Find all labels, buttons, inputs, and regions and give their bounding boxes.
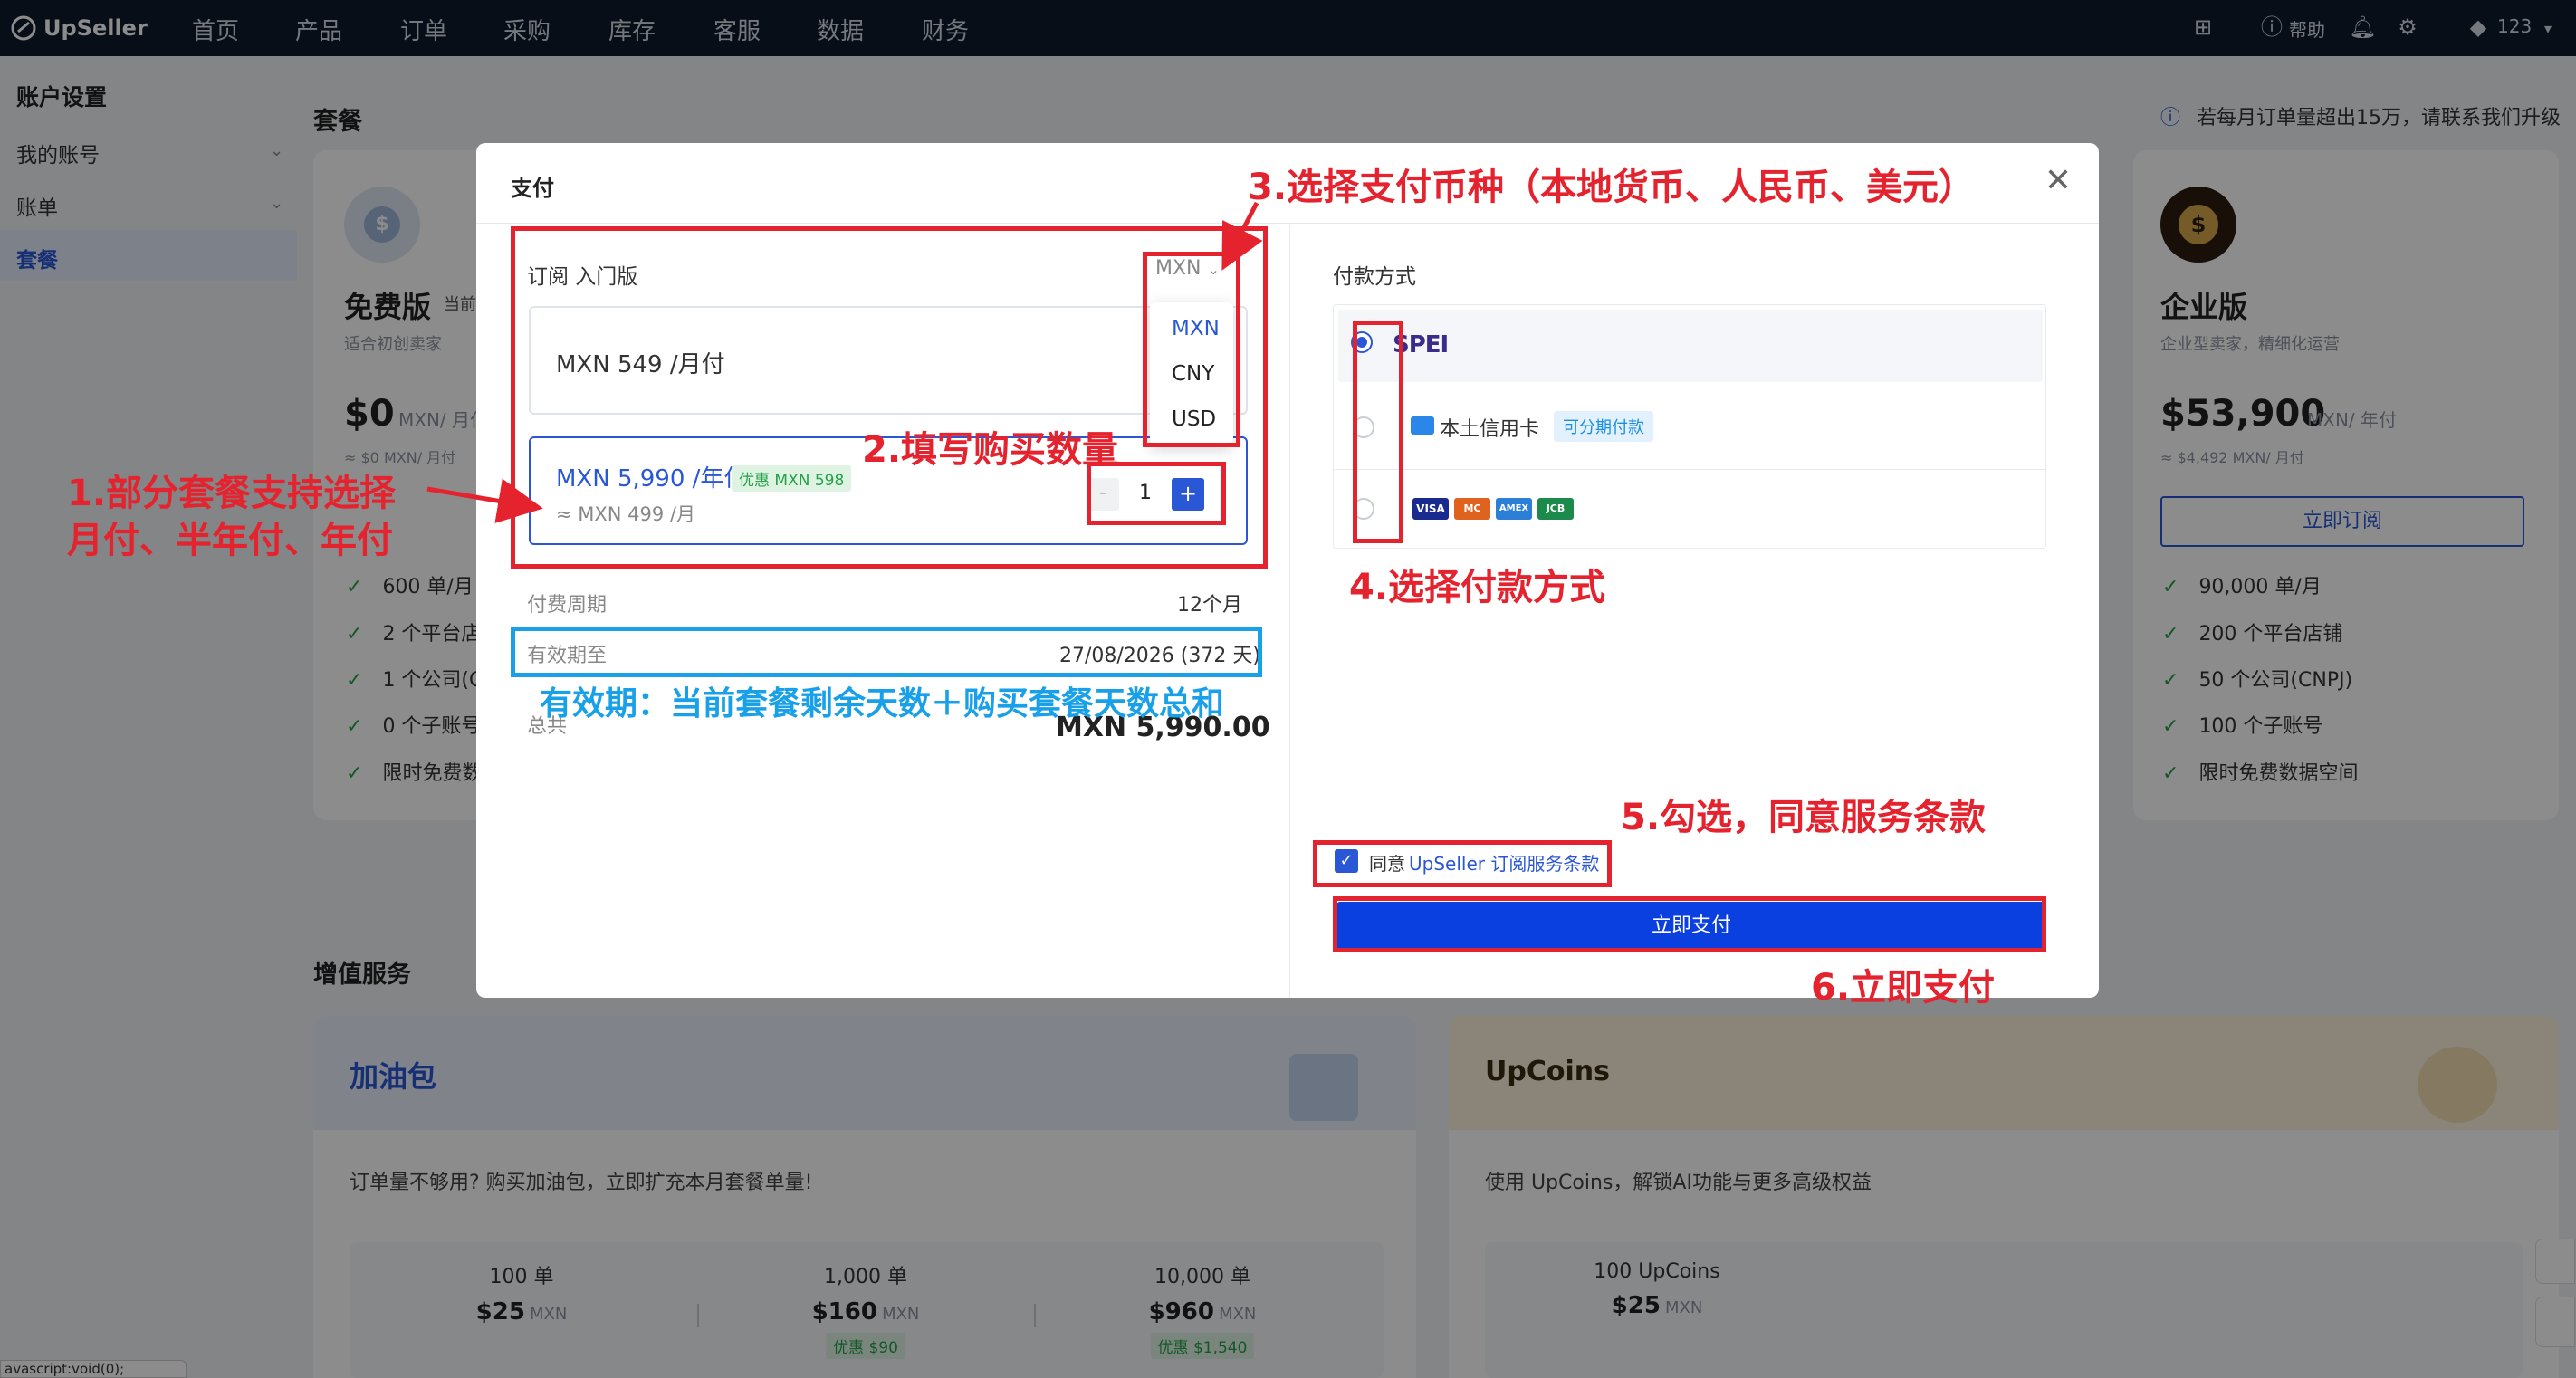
annotation-5: 5.勾选，同意服务条款 [1621, 797, 1987, 838]
annotation-valid-note: 有效期：当前套餐剩余天数＋购买套餐天数总和 [540, 685, 1225, 722]
annotation-2: 2.填写购买数量 [862, 429, 1119, 471]
annotation-6: 6.立即支付 [1811, 967, 1996, 1009]
arrow-1 [426, 478, 543, 523]
annotation-1-line1: 1.部分套餐支持选择 [67, 473, 397, 514]
annotation-3: 3.选择支付币种（本地货币、人民币、美元） [1248, 167, 1976, 208]
arrow-3 [1221, 201, 1263, 271]
annotation-4: 4.选择付款方式 [1349, 567, 1606, 608]
annotation-1-line2: 月付、半年付、年付 [67, 520, 393, 561]
